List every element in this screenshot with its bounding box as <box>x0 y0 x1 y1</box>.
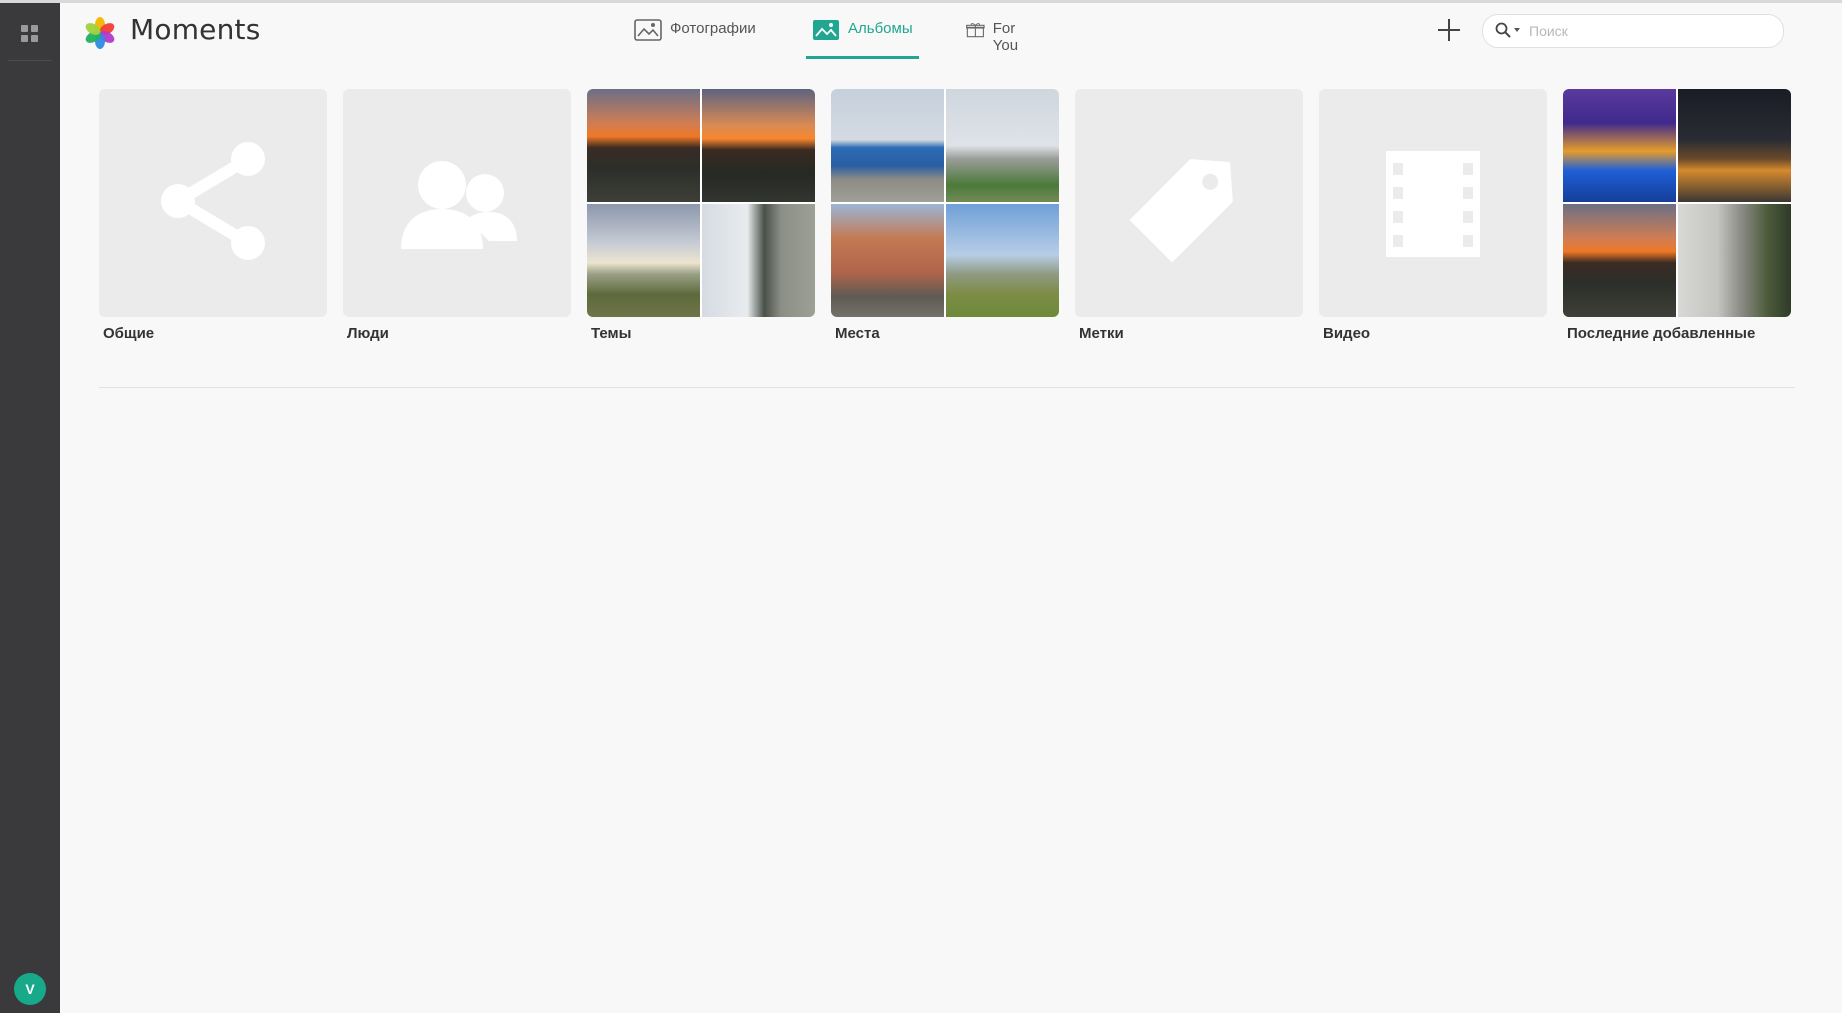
tab-photos[interactable]: Фотографии <box>634 19 756 56</box>
tag-icon <box>1129 159 1233 263</box>
album-places[interactable]: Места <box>831 89 1059 342</box>
search-options-chevron-down-icon[interactable] <box>1514 28 1520 32</box>
tab-for-you-label: For You <box>992 20 1019 54</box>
user-avatar[interactable]: V <box>14 973 46 1005</box>
search-box[interactable] <box>1482 14 1784 48</box>
tab-albums-label: Альбомы <box>848 20 913 37</box>
album-thumbnail <box>1319 89 1547 317</box>
share-icon <box>161 142 265 260</box>
photo-thumbnail <box>831 204 944 317</box>
photo-thumbnail <box>946 204 1059 317</box>
photo-thumbnail <box>702 204 815 317</box>
sidebar-divider <box>8 60 52 61</box>
album-shared[interactable]: Общие <box>99 89 327 342</box>
photo-thumbnail <box>831 89 944 202</box>
photo-thumbnail <box>1678 204 1791 317</box>
search-icon <box>1495 22 1511 38</box>
album-tags[interactable]: Метки <box>1075 89 1303 342</box>
album-thumbnail <box>1563 89 1791 317</box>
moments-logo-icon <box>85 17 115 49</box>
album-thumbnail <box>99 89 327 317</box>
photo-thumbnail <box>1563 89 1676 202</box>
gift-icon <box>966 23 985 38</box>
photo-thumbnail <box>587 204 700 317</box>
photo-thumbnail <box>1678 89 1791 202</box>
album-themes[interactable]: Темы <box>587 89 815 342</box>
album-recently-added[interactable]: Последние добавленные <box>1563 89 1791 342</box>
window-top-border <box>0 0 1842 3</box>
album-title: Последние добавленные <box>1567 325 1756 342</box>
search-input[interactable] <box>1527 19 1771 43</box>
album-thumbnail <box>1075 89 1303 317</box>
tab-for-you[interactable]: For You <box>966 20 1027 56</box>
active-tab-indicator <box>806 56 919 59</box>
app-title: Moments <box>130 13 261 46</box>
album-people[interactable]: Люди <box>343 89 571 342</box>
album-title: Общие <box>103 325 155 342</box>
section-divider <box>99 387 1795 388</box>
album-video[interactable]: Видео <box>1319 89 1547 342</box>
photo-thumbnail <box>1563 204 1676 317</box>
album-title: Люди <box>347 325 389 342</box>
album-thumbnail <box>587 89 815 317</box>
album-thumbnail <box>343 89 571 317</box>
photo-thumbnail <box>587 89 700 202</box>
album-title: Видео <box>1323 325 1371 342</box>
people-icon <box>401 161 517 249</box>
photo-thumbnail <box>702 89 815 202</box>
image-icon <box>634 19 662 41</box>
photo-thumbnail <box>946 89 1059 202</box>
albums-grid: Общие Люди Темы Места Метки Видео Послед… <box>99 89 1799 349</box>
add-button[interactable] <box>1435 16 1463 44</box>
tab-albums[interactable]: Альбомы <box>806 20 919 59</box>
album-title: Места <box>835 325 880 342</box>
tab-photos-label: Фотографии <box>670 20 756 37</box>
album-title: Метки <box>1079 325 1124 342</box>
album-thumbnail <box>831 89 1059 317</box>
album-icon <box>813 20 839 40</box>
album-title: Темы <box>591 325 632 342</box>
app-sidebar: V <box>0 3 60 1013</box>
film-icon <box>1386 151 1480 257</box>
app-launcher-icon[interactable] <box>21 25 39 43</box>
